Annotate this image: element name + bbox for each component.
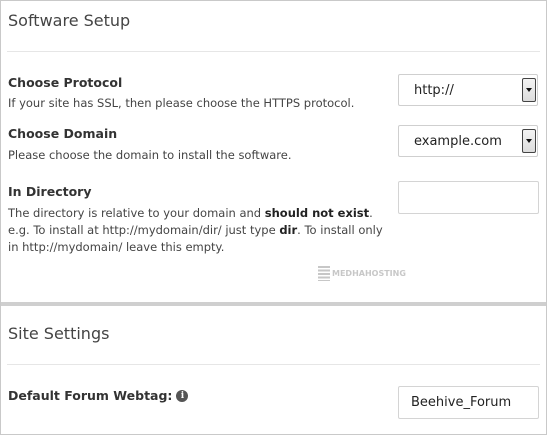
chevron-down-icon[interactable] — [522, 78, 536, 102]
section-divider — [7, 364, 540, 365]
webtag-input[interactable]: Beehive_Forum — [398, 386, 539, 419]
webtag-label-row: Default Forum Webtag: i — [8, 388, 189, 403]
domain-label: Choose Domain — [8, 126, 118, 141]
watermark-logo: MEDHAHOSTING — [318, 265, 406, 282]
directory-help-text: The directory is relative to your domain… — [8, 206, 265, 220]
directory-input[interactable] — [398, 181, 539, 214]
chevron-down-icon[interactable] — [522, 129, 536, 153]
directory-help: The directory is relative to your domain… — [8, 205, 394, 256]
software-setup-title: Software Setup — [8, 11, 131, 30]
protocol-select[interactable]: http:// — [398, 74, 538, 106]
webtag-input-value: Beehive_Forum — [411, 395, 512, 410]
directory-help-emphasis: dir — [279, 223, 298, 237]
domain-select-value: example.com — [414, 134, 502, 149]
protocol-select-value: http:// — [414, 83, 454, 98]
protocol-help: If your site has SSL, then please choose… — [8, 96, 355, 110]
domain-select[interactable]: example.com — [398, 125, 538, 157]
directory-label: In Directory — [8, 184, 92, 199]
section-separator — [1, 302, 546, 306]
info-icon[interactable]: i — [176, 389, 189, 402]
directory-help-emphasis: should not exist — [264, 206, 370, 220]
software-setup-panel: Software Setup Choose Protocol If your s… — [0, 0, 547, 435]
webtag-label: Default Forum Webtag: — [8, 388, 173, 403]
watermark-text: MEDHAHOSTING — [332, 269, 406, 278]
watermark-stripes-icon — [318, 266, 330, 281]
section-divider — [7, 51, 540, 52]
protocol-label: Choose Protocol — [8, 75, 123, 90]
domain-help: Please choose the domain to install the … — [8, 148, 292, 162]
site-settings-title: Site Settings — [8, 324, 110, 343]
